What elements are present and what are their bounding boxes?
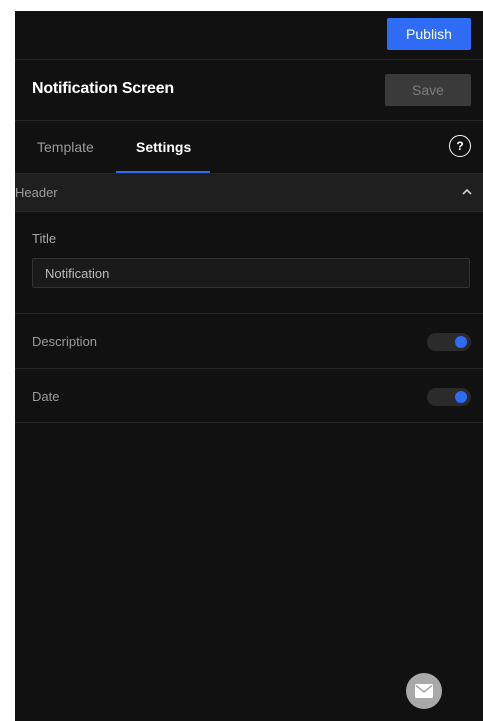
active-tab-indicator — [116, 171, 210, 173]
envelope-icon — [415, 684, 433, 698]
publish-button[interactable]: Publish — [387, 18, 471, 50]
date-toggle[interactable] — [427, 388, 471, 406]
divider — [15, 368, 483, 369]
tab-bar: Template Settings ? — [15, 121, 483, 174]
help-circle-icon[interactable]: ? — [449, 135, 471, 157]
tab-settings[interactable]: Settings — [136, 139, 191, 155]
toggle-knob — [455, 391, 467, 403]
top-bar: Publish — [15, 11, 483, 60]
save-button[interactable]: Save — [385, 74, 471, 106]
message-fab-button[interactable] — [406, 673, 442, 709]
settings-panel: Publish Notification Screen Save Templat… — [15, 11, 483, 721]
title-field-label: Title — [32, 231, 57, 246]
title-input[interactable] — [32, 258, 470, 288]
divider — [15, 313, 483, 314]
tab-template[interactable]: Template — [37, 139, 94, 155]
date-label: Date — [32, 389, 60, 404]
description-label: Description — [32, 334, 98, 349]
section-header-label: Header — [15, 185, 58, 200]
chevron-up-icon — [462, 188, 472, 195]
screen-title: Notification Screen — [32, 80, 175, 97]
toggle-knob — [455, 336, 467, 348]
divider — [15, 422, 483, 423]
header-section-toggle[interactable]: Header — [15, 174, 483, 212]
description-toggle[interactable] — [427, 333, 471, 351]
title-bar: Notification Screen Save — [15, 60, 483, 121]
